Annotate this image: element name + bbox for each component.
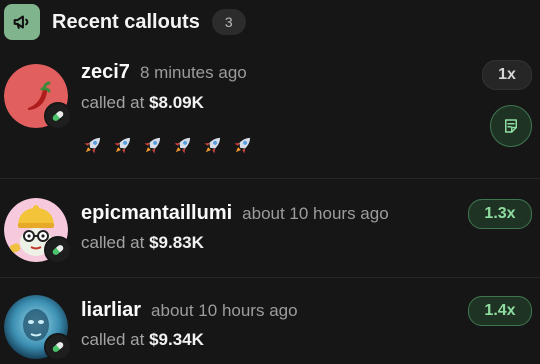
note-button[interactable] — [490, 105, 532, 147]
divider — [0, 277, 540, 278]
called-at-label: called at — [81, 93, 145, 112]
avatar[interactable] — [4, 198, 72, 264]
called-at-text: called at $9.34K — [81, 330, 204, 350]
callout-count-badge: 3 — [211, 9, 246, 35]
timestamp: about 10 hours ago — [242, 204, 389, 223]
divider — [0, 178, 540, 179]
panel-header: Recent callouts 3 — [4, 4, 246, 40]
called-amount: $8.09K — [149, 93, 204, 112]
called-at-text: called at $9.83K — [81, 233, 204, 253]
called-amount: $9.83K — [149, 233, 204, 252]
multiplier-badge: 1.4x — [468, 296, 532, 326]
callout-heading: zeci7 8 minutes ago — [81, 61, 247, 84]
pill-icon — [44, 236, 72, 264]
multiplier-badge: 1.3x — [468, 199, 532, 229]
multiplier-badge: 1x — [482, 60, 532, 90]
called-at-text: called at $8.09K — [81, 93, 204, 113]
username[interactable]: zeci7 — [81, 61, 130, 84]
rocket-icon[interactable] — [81, 133, 105, 157]
rocket-icon[interactable] — [141, 133, 165, 157]
timestamp: 8 minutes ago — [139, 63, 247, 82]
callout-heading: epicmantaillumi about 10 hours ago — [81, 202, 389, 225]
called-at-label: called at — [81, 330, 145, 349]
reaction-list — [81, 133, 255, 157]
pill-icon — [44, 102, 72, 130]
recent-callouts-panel: Recent callouts 3 zeci7 8 minutes ago ca… — [0, 0, 540, 364]
note-icon — [505, 119, 517, 133]
avatar[interactable] — [4, 64, 72, 130]
username[interactable]: epicmantaillumi — [81, 202, 232, 225]
pill-icon — [44, 333, 72, 361]
avatar[interactable] — [4, 295, 72, 361]
panel-title: Recent callouts — [52, 10, 200, 33]
megaphone-icon — [4, 4, 40, 40]
rocket-icon[interactable] — [111, 133, 135, 157]
timestamp: about 10 hours ago — [151, 301, 298, 320]
callout-heading: liarliar about 10 hours ago — [81, 299, 298, 322]
rocket-icon[interactable] — [171, 133, 195, 157]
called-amount: $9.34K — [149, 330, 204, 349]
called-at-label: called at — [81, 233, 145, 252]
username[interactable]: liarliar — [81, 299, 141, 322]
rocket-icon[interactable] — [201, 133, 225, 157]
rocket-icon[interactable] — [231, 133, 255, 157]
